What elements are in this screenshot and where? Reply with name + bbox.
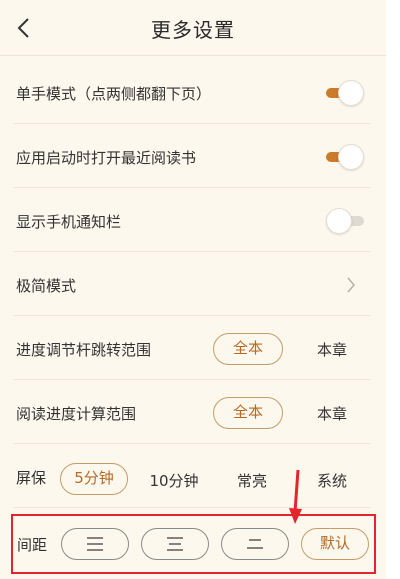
settings-screen: 更多设置 单手模式（点两侧都翻下页） 应用启动时打开最近阅读书 显示手机通知栏 …	[0, 0, 386, 579]
screen-timeout-option-5min[interactable]: 5分钟	[60, 463, 128, 495]
spacing-wide-icon	[87, 537, 103, 551]
spacing-narrow-icon	[247, 539, 263, 549]
setting-row-minimal-mode[interactable]: 极简模式	[14, 254, 370, 316]
setting-row-screen-timeout: 屏保 5分钟 10分钟 常亮 系统	[14, 446, 370, 508]
annotation-arrow-icon	[289, 469, 302, 524]
toggle-knob	[338, 80, 364, 106]
setting-row-progress-jump: 进度调节杆跳转范围 全本 本章	[14, 318, 370, 380]
progress-jump-option-chapter[interactable]: 本章	[306, 339, 358, 360]
page-title: 更多设置	[151, 18, 235, 42]
setting-row-notification-bar: 显示手机通知栏	[14, 190, 370, 252]
line-spacing-default-button[interactable]: 默认	[301, 528, 369, 560]
screen-timeout-option-always-on[interactable]: 常亮	[226, 470, 278, 491]
header: 更多设置	[0, 0, 386, 56]
line-spacing-row: 间距 默认	[11, 514, 376, 574]
spacing-medium-icon	[167, 537, 183, 551]
line-spacing-narrow-button[interactable]	[221, 528, 289, 560]
setting-label: 进度调节杆跳转范围	[16, 341, 152, 359]
setting-row-one-hand: 单手模式（点两侧都翻下页）	[14, 62, 370, 124]
one-hand-toggle[interactable]	[326, 80, 364, 106]
progress-calc-option-chapter[interactable]: 本章	[306, 403, 358, 424]
setting-label: 单手模式（点两侧都翻下页）	[16, 85, 212, 103]
setting-label: 阅读进度计算范围	[16, 405, 137, 423]
open-recent-toggle[interactable]	[326, 144, 364, 170]
progress-calc-option-whole-book[interactable]: 全本	[213, 397, 283, 429]
setting-label: 极简模式	[16, 277, 77, 295]
chevron-right-icon	[347, 277, 355, 293]
setting-label: 应用启动时打开最近阅读书	[16, 149, 197, 167]
toggle-knob	[338, 144, 364, 170]
line-spacing-medium-button[interactable]	[141, 528, 209, 560]
line-spacing-wide-button[interactable]	[61, 528, 129, 560]
setting-row-open-recent: 应用启动时打开最近阅读书	[14, 126, 370, 188]
toggle-knob	[326, 208, 352, 234]
line-spacing-label: 间距	[17, 536, 48, 554]
progress-jump-option-whole-book[interactable]: 全本	[213, 333, 283, 365]
screen-timeout-option-system[interactable]: 系统	[306, 470, 358, 491]
screen-timeout-option-10min[interactable]: 10分钟	[142, 470, 206, 491]
setting-label: 屏保	[16, 469, 47, 487]
setting-row-progress-calc: 阅读进度计算范围 全本 本章	[14, 382, 370, 444]
setting-label: 显示手机通知栏	[16, 213, 122, 231]
notification-bar-toggle[interactable]	[326, 208, 364, 234]
